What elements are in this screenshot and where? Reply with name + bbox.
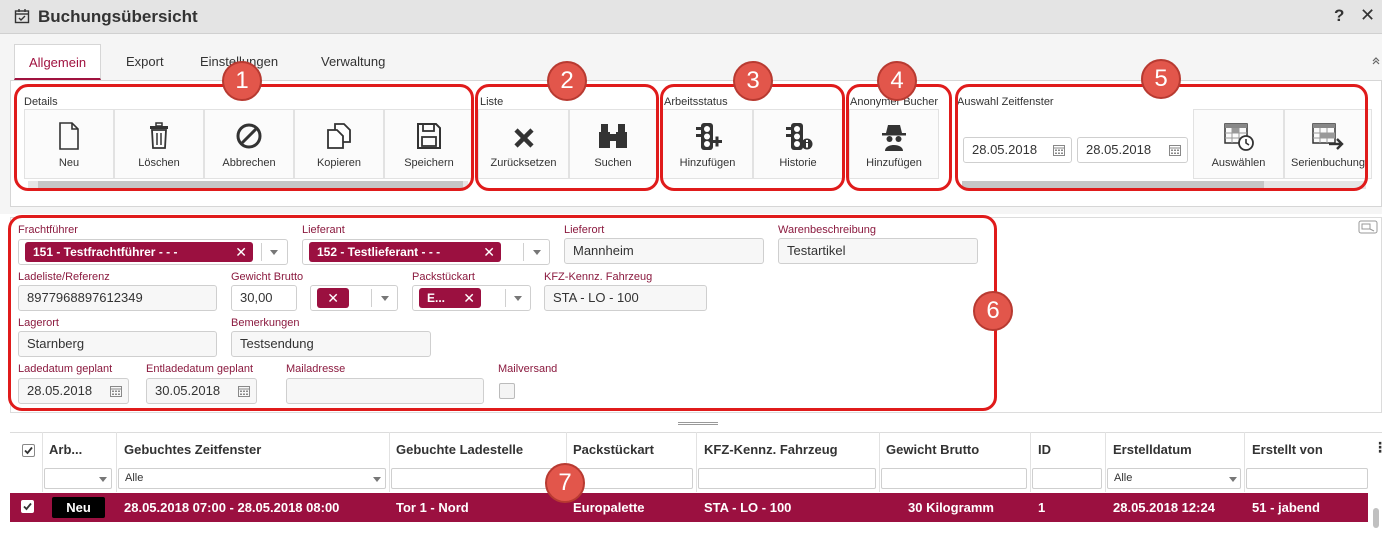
screen-toggle-icon[interactable] — [1358, 220, 1378, 234]
filter-erstellt-von[interactable] — [1246, 468, 1368, 489]
calendar-check-icon — [14, 9, 30, 24]
cell-zeitfenster: 28.05.2018 07:00 - 28.05.2018 08:00 — [124, 500, 340, 515]
column-divider — [389, 432, 390, 492]
filter-gewicht[interactable] — [881, 468, 1027, 489]
check-icon — [23, 502, 32, 511]
select-all-checkbox[interactable] — [22, 444, 35, 457]
filter-kfz[interactable] — [698, 468, 876, 489]
cell-kfz: STA - LO - 100 — [704, 500, 792, 515]
filter-zeitfenster[interactable]: Alle — [118, 468, 386, 489]
marker-3: 3 — [733, 61, 773, 101]
column-header-kfz[interactable]: KFZ-Kennz. Fahrzeug — [704, 442, 838, 457]
column-header-arbeitsstatus[interactable]: Arb... — [49, 442, 82, 457]
column-header-gewicht[interactable]: Gewicht Brutto — [886, 442, 979, 457]
tab-allgemein[interactable]: Allgemein — [14, 44, 102, 80]
tab-export[interactable]: Export — [112, 44, 178, 80]
filter-id[interactable] — [1032, 468, 1102, 489]
collapse-ribbon-icon[interactable] — [1372, 57, 1380, 65]
filter-erstelldatum-value: Alle — [1114, 472, 1133, 484]
marker-7: 7 — [545, 463, 585, 503]
highlight-form — [8, 215, 997, 411]
column-header-packstueckart[interactable]: Packstückart — [573, 442, 654, 457]
marker-5: 5 — [1141, 59, 1181, 99]
filter-zeitfenster-value: Alle — [125, 472, 144, 484]
splitter-handle[interactable] — [678, 422, 718, 425]
cell-ladestelle: Tor 1 - Nord — [396, 500, 469, 515]
close-button[interactable]: ✕ — [1360, 5, 1375, 26]
chevron-down-icon[interactable] — [99, 477, 107, 482]
marker-4: 4 — [877, 61, 917, 101]
filter-packstueckart[interactable] — [568, 468, 693, 489]
column-divider — [42, 432, 43, 492]
marker-1: 1 — [222, 61, 262, 101]
help-button[interactable]: ? — [1334, 6, 1344, 26]
filter-erstelldatum[interactable]: Alle — [1107, 468, 1241, 489]
column-divider — [696, 432, 697, 492]
cell-packstueckart: Europalette — [573, 500, 645, 515]
column-header-erstelldatum[interactable]: Erstelldatum — [1113, 442, 1192, 457]
column-header-erstellt-von[interactable]: Erstellt von — [1252, 442, 1323, 457]
status-badge: Neu — [52, 497, 105, 518]
column-header-id[interactable]: ID — [1038, 442, 1051, 457]
column-menu-icon[interactable]: ⋮ — [1373, 439, 1382, 456]
tab-verwaltung[interactable]: Verwaltung — [307, 44, 399, 80]
marker-2: 2 — [547, 61, 587, 101]
filter-ladestelle[interactable] — [391, 468, 563, 489]
column-divider — [116, 432, 117, 492]
cell-id: 1 — [1038, 500, 1046, 515]
cell-gewicht: 30 Kilogramm — [908, 500, 994, 515]
column-divider — [1105, 432, 1106, 492]
window-title: Buchungsübersicht — [38, 7, 198, 26]
column-divider — [1030, 432, 1031, 492]
check-icon — [24, 446, 33, 455]
highlight-zeitfenster — [955, 84, 1368, 191]
column-header-ladestelle[interactable]: Gebuchte Ladestelle — [396, 442, 523, 457]
column-divider — [1244, 432, 1245, 492]
chevron-down-icon[interactable] — [1229, 477, 1237, 482]
filter-arbeitsstatus[interactable] — [44, 468, 112, 489]
column-header-zeitfenster[interactable]: Gebuchtes Zeitfenster — [124, 442, 261, 457]
cell-erstelldatum: 28.05.2018 12:24 — [1113, 500, 1215, 515]
column-divider — [879, 432, 880, 492]
cell-erstellt-von: 51 - jabend — [1252, 500, 1320, 515]
title-bar: Buchungsübersicht ? ✕ — [0, 0, 1382, 34]
row-checkbox[interactable] — [21, 500, 34, 513]
grid-scrollbar[interactable] — [1373, 508, 1379, 528]
chevron-down-icon[interactable] — [373, 477, 381, 482]
marker-6: 6 — [973, 291, 1013, 331]
